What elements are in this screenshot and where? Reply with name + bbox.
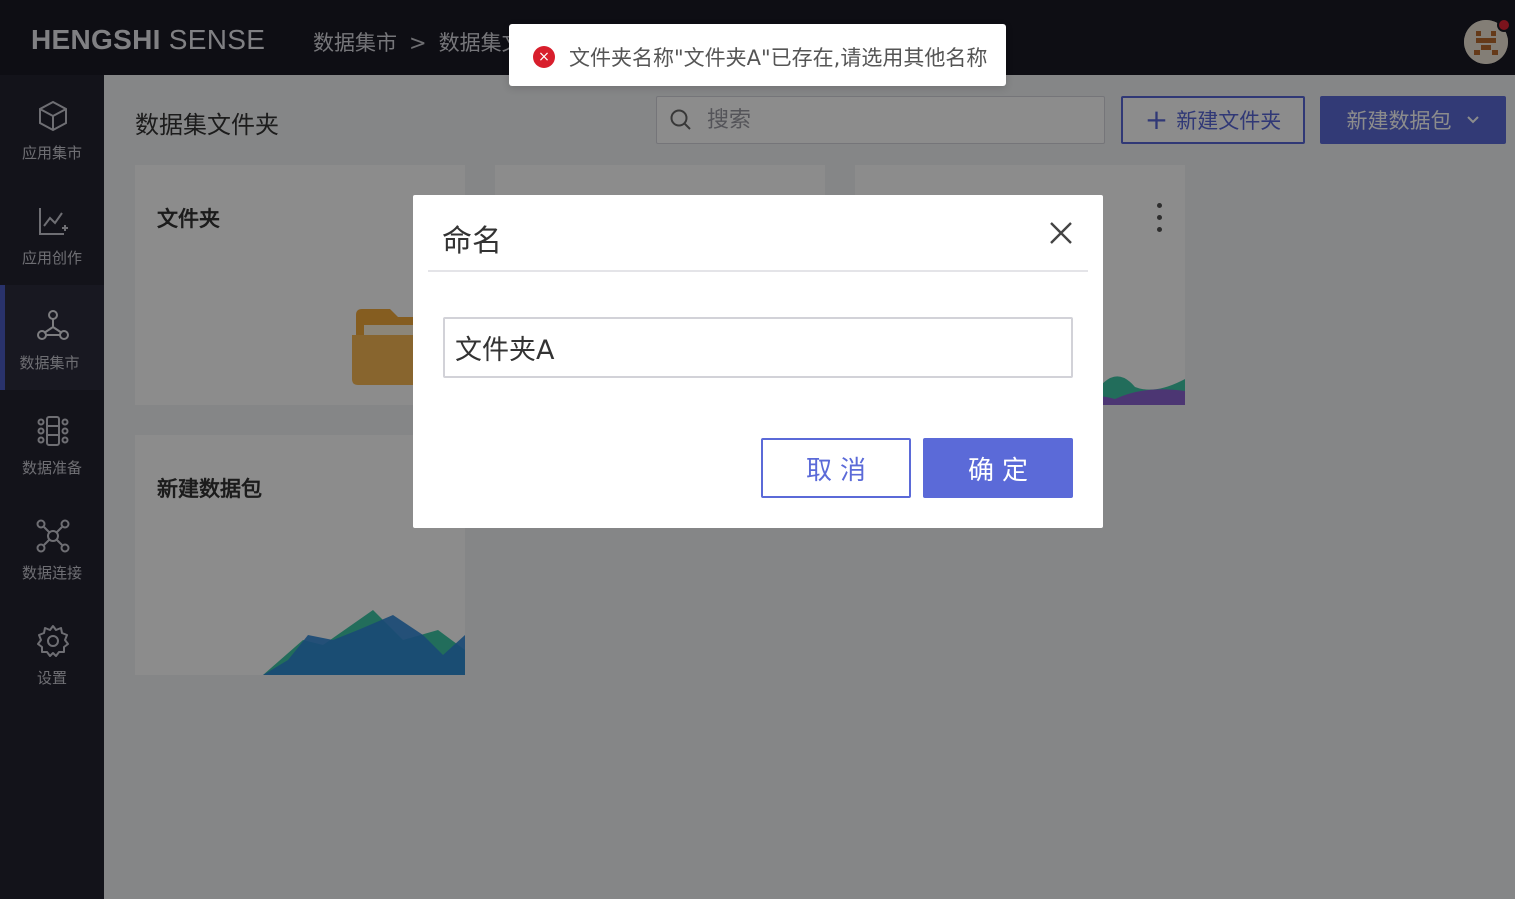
error-toast: × 文件夹名称"文件夹A"已存在,请选用其他名称 [509, 24, 1006, 86]
dialog-title: 命名 [442, 224, 502, 259]
error-icon: × [533, 46, 555, 68]
toast-message: 文件夹名称"文件夹A"已存在,请选用其他名称 [569, 46, 988, 70]
folder-name-input[interactable] [443, 317, 1073, 378]
rename-dialog: 命名 取消 确定 [413, 195, 1103, 528]
confirm-button[interactable]: 确定 [923, 438, 1073, 498]
dialog-divider [428, 270, 1088, 272]
close-icon[interactable] [1046, 218, 1076, 248]
cancel-button[interactable]: 取消 [761, 438, 911, 498]
